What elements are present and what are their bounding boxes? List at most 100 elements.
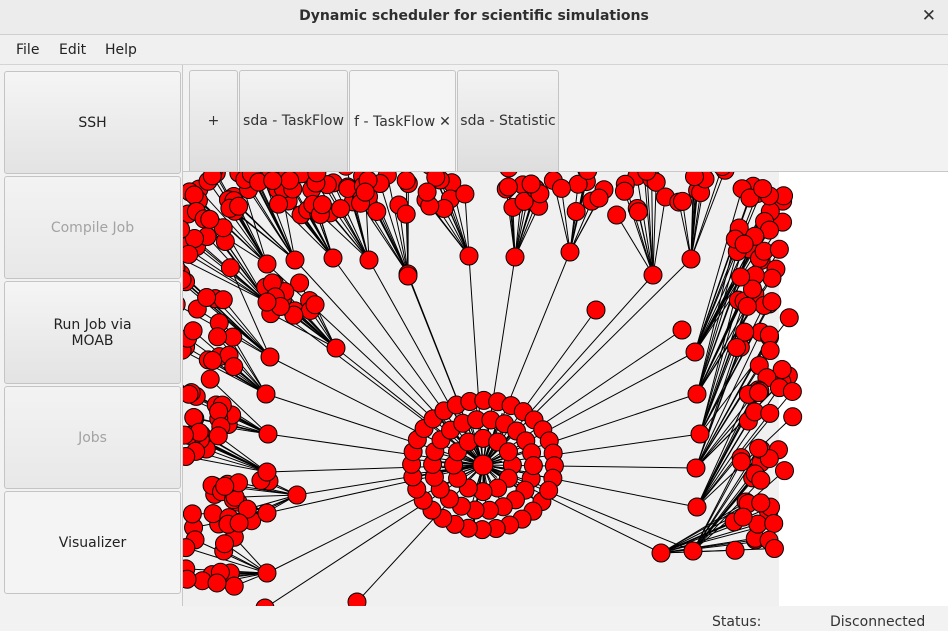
graph-node[interactable] [213, 290, 233, 310]
graph-node[interactable] [751, 470, 771, 490]
graph-node[interactable] [749, 383, 769, 403]
graph-node[interactable] [523, 456, 543, 476]
graph-node[interactable] [769, 239, 789, 259]
graph-node[interactable] [737, 296, 757, 316]
graph-node[interactable] [258, 424, 278, 444]
graph-node[interactable] [731, 452, 751, 472]
graph-node[interactable] [326, 338, 346, 358]
graph-node[interactable] [686, 458, 706, 478]
graph-node[interactable] [183, 384, 199, 404]
graph-node[interactable] [687, 497, 707, 517]
tab-f-taskflow[interactable]: f - TaskFlow ✕ [349, 70, 456, 172]
graph-node[interactable] [183, 244, 199, 264]
graph-node[interactable] [725, 540, 745, 560]
graph-node[interactable] [224, 357, 244, 377]
graph-node[interactable] [727, 337, 747, 357]
graph-node[interactable] [681, 249, 701, 269]
graph-node[interactable] [257, 254, 277, 274]
graph-node[interactable] [733, 507, 753, 527]
graph-node[interactable] [774, 461, 794, 481]
graph-node[interactable] [455, 184, 475, 204]
graph-node[interactable] [764, 513, 784, 533]
close-icon[interactable]: ✕ [922, 6, 936, 26]
graph-node[interactable] [783, 407, 803, 427]
graph-node[interactable] [208, 426, 228, 446]
tab-sda-statistic[interactable]: sda - Statistic [457, 70, 559, 171]
graph-node[interactable] [498, 442, 518, 462]
graph-node[interactable] [685, 342, 705, 362]
graph-node[interactable] [566, 202, 586, 222]
graph-node[interactable] [355, 182, 375, 202]
graph-node[interactable] [764, 539, 784, 559]
graph-node[interactable] [734, 234, 754, 254]
tab-add[interactable]: + [189, 70, 238, 171]
graph-node[interactable] [779, 308, 799, 328]
graph-node[interactable] [229, 513, 249, 533]
graph-node[interactable] [280, 172, 300, 190]
task-flow-graph[interactable] [183, 172, 948, 607]
graph-node[interactable] [260, 347, 280, 367]
ssh-button[interactable]: SSH [4, 71, 181, 174]
graph-node[interactable] [183, 569, 197, 589]
graph-canvas-area[interactable] [182, 171, 948, 607]
graph-node[interactable] [367, 202, 387, 222]
graph-node[interactable] [214, 534, 234, 554]
graph-node[interactable] [257, 462, 277, 482]
graph-node[interactable] [643, 265, 663, 285]
graph-node[interactable] [472, 454, 494, 476]
graph-node[interactable] [684, 172, 704, 187]
close-tab-icon[interactable]: ✕ [439, 114, 451, 130]
graph-node[interactable] [256, 384, 276, 404]
graph-node[interactable] [331, 199, 351, 219]
graph-node[interactable] [347, 592, 367, 607]
visualizer-button[interactable]: Visualizer [4, 491, 181, 594]
graph-node[interactable] [586, 300, 606, 320]
graph-node[interactable] [683, 541, 703, 561]
run-job-moab-button[interactable]: Run Job via MOAB [4, 281, 181, 384]
graph-node[interactable] [505, 247, 525, 267]
graph-node[interactable] [589, 188, 609, 208]
compile-job-button[interactable]: Compile Job [4, 176, 181, 279]
jobs-button[interactable]: Jobs [4, 386, 181, 489]
graph-node[interactable] [672, 320, 692, 340]
menu-edit[interactable]: Edit [59, 42, 86, 58]
graph-node[interactable] [215, 476, 235, 496]
graph-node[interactable] [287, 485, 307, 505]
graph-node[interactable] [459, 246, 479, 266]
graph-node[interactable] [751, 493, 771, 513]
graph-node[interactable] [208, 327, 228, 347]
graph-node[interactable] [782, 381, 802, 401]
graph-node[interactable] [628, 202, 648, 222]
graph-node[interactable] [731, 267, 751, 287]
graph-node[interactable] [184, 185, 204, 205]
graph-node[interactable] [312, 195, 332, 215]
graph-node[interactable] [224, 576, 244, 596]
graph-node[interactable] [560, 242, 580, 262]
graph-node[interactable] [207, 573, 227, 593]
graph-node[interactable] [687, 384, 707, 404]
graph-node[interactable] [498, 177, 518, 197]
graph-node[interactable] [762, 292, 782, 312]
graph-node[interactable] [285, 250, 305, 270]
graph-node[interactable] [762, 268, 782, 288]
tab-sda-taskflow[interactable]: sda - TaskFlow [239, 70, 348, 171]
graph-node[interactable] [183, 504, 202, 524]
graph-node[interactable] [323, 248, 343, 268]
graph-node[interactable] [607, 205, 627, 225]
graph-node[interactable] [203, 351, 223, 371]
graph-node[interactable] [229, 196, 249, 216]
graph-node[interactable] [396, 204, 416, 224]
graph-node[interactable] [760, 341, 780, 361]
graph-node[interactable] [202, 172, 222, 186]
graph-node[interactable] [257, 563, 277, 583]
menu-file[interactable]: File [16, 42, 39, 58]
graph-node[interactable] [749, 438, 769, 458]
graph-node[interactable] [521, 174, 541, 194]
graph-node[interactable] [651, 543, 671, 563]
graph-node[interactable] [257, 292, 277, 312]
menu-help[interactable]: Help [105, 42, 137, 58]
graph-node[interactable] [396, 172, 416, 190]
graph-node[interactable] [263, 172, 283, 191]
graph-node[interactable] [197, 288, 217, 308]
graph-node[interactable] [753, 179, 773, 199]
